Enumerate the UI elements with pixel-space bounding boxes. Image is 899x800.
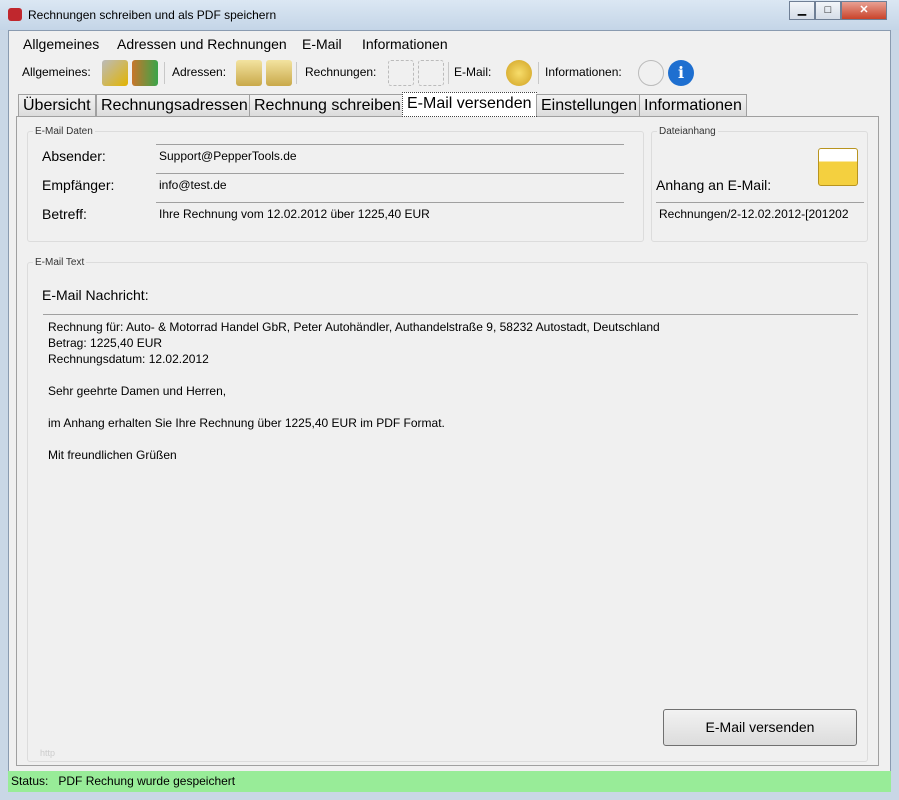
folder-icon[interactable]: [818, 148, 858, 186]
close-button[interactable]: ✕: [841, 1, 887, 20]
message-line: im Anhang erhalten Sie Ihre Rechnung übe…: [48, 415, 853, 431]
invoice-icon[interactable]: [418, 60, 444, 86]
email-send-icon[interactable]: [506, 60, 532, 86]
exit-door-icon[interactable]: [132, 60, 158, 86]
message-line: Sehr geehrte Damen und Herren,: [48, 383, 853, 399]
toolbar-label-email: E-Mail:: [454, 65, 491, 79]
tab-rechnung-schreiben[interactable]: Rechnung schreiben: [249, 94, 406, 116]
maximize-button[interactable]: □: [815, 1, 841, 20]
menu-adressen-rechnungen[interactable]: Adressen und Rechnungen: [117, 36, 287, 52]
status-bar: Status: PDF Rechung wurde gespeichert: [8, 771, 891, 792]
email-text-group-label: E-Mail Text: [33, 257, 86, 268]
toolbar-separator: [538, 62, 539, 84]
tab-uebersicht[interactable]: Übersicht: [18, 94, 96, 116]
menu-email[interactable]: E-Mail: [302, 36, 342, 52]
message-textarea[interactable]: Rechnung für: Auto- & Motorrad Handel Gb…: [43, 314, 858, 692]
message-line: Rechnung für: Auto- & Motorrad Handel Gb…: [48, 319, 853, 335]
toolbar-label-adressen: Adressen:: [172, 65, 226, 79]
footer-hint: http: [40, 748, 55, 758]
message-line: Betrag: 1225,40 EUR: [48, 335, 853, 351]
status-label: Status:: [11, 774, 48, 788]
title-bar: Rechnungen schreiben und als PDF speiche…: [0, 0, 899, 30]
email-data-group-label: E-Mail Daten: [33, 126, 95, 137]
wrench-icon[interactable]: [638, 60, 664, 86]
toolbar-separator: [164, 62, 165, 84]
window-title: Rechnungen schreiben und als PDF speiche…: [28, 8, 276, 22]
toolbar-separator: [296, 62, 297, 84]
sender-field[interactable]: Support@PepperTools.de: [156, 144, 624, 166]
tab-informationen[interactable]: Informationen: [639, 94, 747, 116]
attachment-label: Anhang an E-Mail:: [656, 177, 771, 193]
toolbar-label-allgemeines: Allgemeines:: [22, 65, 91, 79]
subject-field[interactable]: Ihre Rechnung vom 12.02.2012 über 1225,4…: [156, 202, 624, 224]
tab-einstellungen[interactable]: Einstellungen: [536, 94, 642, 116]
menu-allgemeines[interactable]: Allgemeines: [23, 36, 99, 52]
status-text: PDF Rechung wurde gespeichert: [58, 774, 235, 788]
tab-email-versenden[interactable]: E-Mail versenden: [402, 92, 537, 117]
toolbar-separator: [448, 62, 449, 84]
message-line: Mit freundlichen Grüßen: [48, 447, 853, 463]
send-email-button[interactable]: E-Mail versenden: [663, 709, 857, 746]
toolbar-label-informationen: Informationen:: [545, 65, 622, 79]
new-invoice-icon[interactable]: [388, 60, 414, 86]
info-icon[interactable]: i: [668, 60, 694, 86]
subject-label: Betreff:: [42, 206, 87, 222]
address-book-icon[interactable]: [266, 60, 292, 86]
attachment-group-label: Dateianhang: [657, 126, 718, 137]
message-label: E-Mail Nachricht:: [42, 287, 149, 303]
sender-label: Absender:: [42, 148, 106, 164]
attachment-field[interactable]: Rechnungen/2-12.02.2012-[201202: [656, 202, 864, 224]
menu-informationen[interactable]: Informationen: [362, 36, 448, 52]
recipient-field[interactable]: info@test.de: [156, 173, 624, 195]
recipient-label: Empfänger:: [42, 177, 114, 193]
tab-rechnungsadressen[interactable]: Rechnungsadressen: [96, 94, 253, 116]
tools-icon[interactable]: [102, 60, 128, 86]
minimize-button[interactable]: ▁: [789, 1, 815, 20]
app-icon: [8, 8, 22, 21]
message-line: Rechnungsdatum: 12.02.2012: [48, 351, 853, 367]
toolbar-label-rechnungen: Rechnungen:: [305, 65, 376, 79]
add-address-icon[interactable]: [236, 60, 262, 86]
